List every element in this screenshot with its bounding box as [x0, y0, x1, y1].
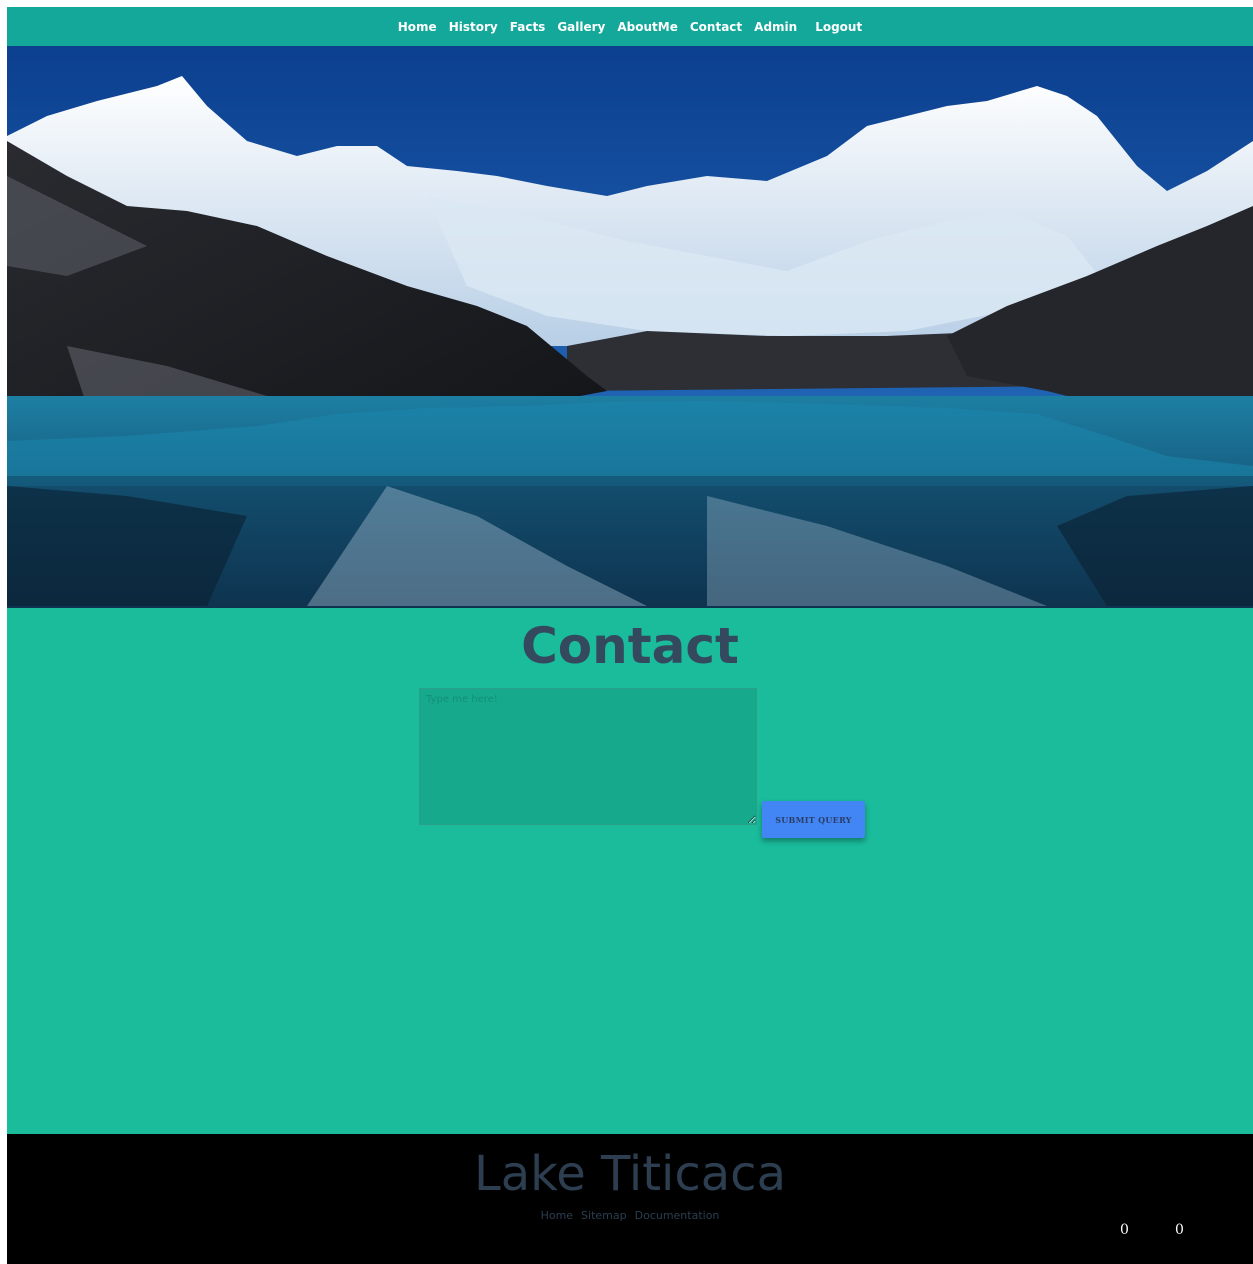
nav-admin[interactable]: Admin	[754, 20, 797, 34]
nav-contact[interactable]: Contact	[690, 20, 742, 34]
footer-links: Home Sitemap Documentation	[7, 1209, 1253, 1222]
footer: Lake Titicaca Home Sitemap Documentation…	[7, 1134, 1253, 1264]
counter-right: 0	[1175, 1222, 1184, 1238]
counter-left: 0	[1120, 1222, 1129, 1238]
top-nav: Home History Facts Gallery AboutMe Conta…	[7, 7, 1253, 46]
submit-query-button[interactable]: SUBMIT QUERY	[762, 801, 865, 838]
nav-history[interactable]: History	[449, 20, 498, 34]
footer-link-home[interactable]: Home	[541, 1209, 573, 1222]
footer-link-sitemap[interactable]: Sitemap	[581, 1209, 627, 1222]
nav-logout[interactable]: Logout	[815, 20, 862, 34]
nav-gallery[interactable]: Gallery	[557, 20, 605, 34]
footer-title: Lake Titicaca	[474, 1146, 786, 1202]
footer-link-documentation[interactable]: Documentation	[635, 1209, 720, 1222]
hero-image	[7, 46, 1253, 608]
message-textarea[interactable]	[419, 688, 757, 825]
contact-section: Contact SUBMIT QUERY	[7, 608, 1253, 1134]
page-title: Contact	[521, 617, 739, 675]
mountain-lake-image	[7, 46, 1253, 608]
nav-home[interactable]: Home	[398, 20, 437, 34]
nav-aboutme[interactable]: AboutMe	[617, 20, 677, 34]
nav-facts[interactable]: Facts	[510, 20, 546, 34]
page: Home History Facts Gallery AboutMe Conta…	[7, 7, 1253, 1264]
